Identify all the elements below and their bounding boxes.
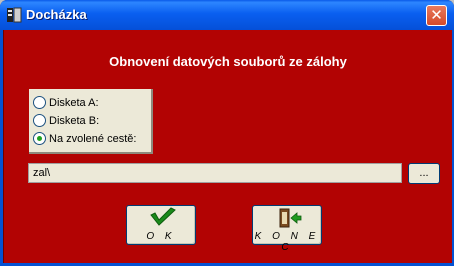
radio-option-custom-path[interactable]: Na zvolené cestě: (33, 130, 136, 147)
radio-button-checked-icon[interactable] (33, 132, 46, 145)
checkmark-icon (127, 207, 195, 229)
ok-label: O K (146, 231, 176, 242)
close-icon: ✕ (430, 6, 443, 24)
close-button[interactable]: ✕ (426, 5, 447, 26)
exit-door-icon (253, 207, 321, 229)
window-title: Docházka (26, 7, 87, 22)
title-bar[interactable]: Docházka ✕ (0, 0, 454, 30)
konec-button[interactable]: K O N E C (252, 205, 322, 253)
ok-button[interactable]: O K (126, 205, 196, 245)
radio-button-icon[interactable] (33, 96, 46, 109)
dialog-window: Docházka ✕ Obnovení datových souborů ze … (0, 0, 454, 266)
dialog-body: Obnovení datových souborů ze zálohy Disk… (3, 30, 452, 263)
konec-label: K O N E C (254, 231, 320, 253)
dialog-heading: Obnovení datových souborů ze zálohy (109, 54, 347, 69)
radio-option-disketa-a[interactable]: Disketa A: (33, 94, 99, 111)
browse-button[interactable]: ... (408, 163, 440, 184)
source-radio-group: Disketa A: Disketa B: Na zvolené cestě: (29, 89, 153, 154)
radio-option-disketa-b[interactable]: Disketa B: (33, 112, 99, 129)
radio-label: Disketa A: (49, 96, 99, 109)
app-icon (6, 7, 22, 23)
path-input[interactable]: zal\ (28, 163, 402, 183)
radio-label: Disketa B: (49, 114, 100, 127)
radio-button-icon[interactable] (33, 114, 46, 127)
radio-label: Na zvolené cestě: (49, 132, 137, 145)
